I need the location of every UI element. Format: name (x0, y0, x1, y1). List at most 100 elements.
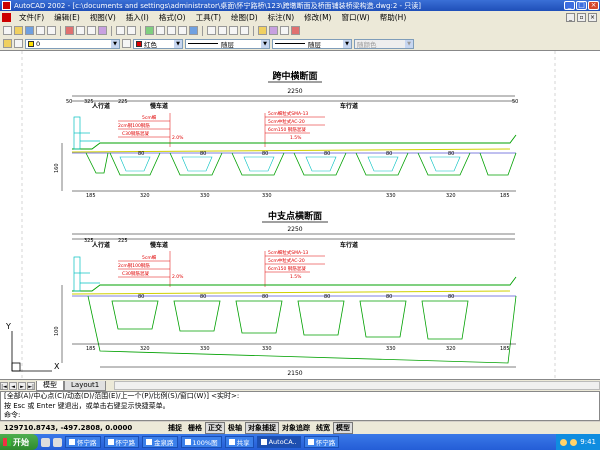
help-icon[interactable] (291, 26, 300, 35)
linetype-dropdown[interactable]: 随层 ▼ (185, 38, 270, 49)
drawing-canvas[interactable]: 跨中横断面 2250 50 50 人行道 慢车道 车行道 325 225 5cm… (0, 50, 600, 380)
mdi-close-button[interactable]: × (588, 13, 597, 22)
copy-icon[interactable] (76, 26, 85, 35)
section2-layer-1: 5cm细粒式SMA-13 (268, 249, 308, 256)
taskbar-item[interactable]: 怀宁路 (65, 436, 101, 448)
menu-file[interactable]: 文件(F) (14, 12, 49, 23)
section1-left-dim-1: 325 (84, 99, 94, 105)
hyperlink-icon[interactable] (145, 26, 154, 35)
menu-insert[interactable]: 插入(I) (121, 12, 154, 23)
otrack-toggle[interactable]: 对象追踪 (279, 422, 313, 434)
zoom-previous-icon[interactable] (240, 26, 249, 35)
match-properties-icon[interactable] (98, 26, 107, 35)
preview-icon[interactable] (47, 26, 56, 35)
prev-tab-icon[interactable]: ◄ (9, 381, 17, 390)
section1-bottom-dim: 330 (386, 193, 396, 199)
command-window[interactable]: [全部(A)/中心点(C)/动态(D)/范围(E)/上一个(P)/比例(S)/窗… (0, 391, 600, 421)
layer-state-icon[interactable] (14, 39, 23, 48)
osnap-toggle[interactable]: 对象捕捉 (245, 422, 279, 434)
ucs-icon[interactable] (167, 26, 176, 35)
menu-format[interactable]: 格式(O) (154, 12, 191, 23)
clock[interactable]: 9:41 (580, 438, 596, 446)
section2-left-slope: 2.0% (172, 274, 184, 280)
tab-layout1[interactable]: Layout1 (64, 380, 107, 391)
section2-walk-label: 人行道 (92, 241, 110, 249)
tab-model[interactable]: 模型 (36, 380, 64, 391)
pan-icon[interactable] (207, 26, 216, 35)
snap-toggle[interactable]: 捕捉 (165, 422, 185, 434)
paste-icon[interactable] (87, 26, 96, 35)
open-icon[interactable] (14, 26, 23, 35)
print-icon[interactable] (36, 26, 45, 35)
properties-icon[interactable] (258, 26, 267, 35)
taskbar-item[interactable]: 怀宁路 (303, 436, 340, 448)
tray-icon[interactable] (560, 438, 568, 446)
color-swatch-icon (136, 40, 142, 47)
document-icon[interactable] (2, 13, 11, 22)
grid-toggle[interactable]: 栅格 (185, 422, 205, 434)
toolbar-separator (202, 25, 203, 36)
minimize-button[interactable]: _ (564, 1, 575, 10)
start-button[interactable]: 开始 (0, 434, 38, 450)
make-current-layer-icon[interactable] (122, 39, 131, 48)
menu-tools[interactable]: 工具(T) (191, 12, 226, 23)
maximize-button[interactable]: □ (576, 1, 587, 10)
plotstyle-dropdown[interactable]: 随颜色 ▼ (354, 38, 414, 49)
taskbar-item[interactable]: 金泉路 (142, 436, 178, 448)
zoom-realtime-icon[interactable] (218, 26, 227, 35)
menu-draw[interactable]: 绘图(D) (226, 12, 263, 23)
model-toggle[interactable]: 模型 (333, 422, 353, 434)
quicklaunch-ie-icon[interactable] (41, 437, 50, 447)
command-history-line: [全部(A)/中心点(C)/动态(D)/范围(E)/上一个(P)/比例(S)/窗… (4, 392, 240, 400)
taskbar-item-active[interactable]: AutoCA.. (256, 436, 301, 448)
menu-view[interactable]: 视图(V) (85, 12, 121, 23)
new-icon[interactable] (3, 26, 12, 35)
color-value: 红色 (144, 40, 157, 49)
autocad-app-icon[interactable] (2, 1, 11, 10)
mdi-minimize-button[interactable]: _ (566, 13, 575, 22)
close-button[interactable]: × (588, 1, 599, 10)
3d-orbit-icon[interactable] (189, 26, 198, 35)
lineweight-value: 随层 (308, 40, 321, 49)
plotstyle-value: 随颜色 (357, 40, 377, 49)
quicklaunch-desktop-icon[interactable] (53, 437, 62, 447)
taskbar-item[interactable]: 怀宁路 (103, 436, 139, 448)
color-dropdown[interactable]: 红色 ▼ (133, 38, 183, 49)
save-icon[interactable] (25, 26, 34, 35)
lineweight-toggle[interactable]: 线宽 (313, 422, 333, 434)
design-center-icon[interactable] (269, 26, 278, 35)
section2-width-total: 2250 (287, 226, 302, 233)
taskbar-item[interactable]: 共享 (224, 436, 254, 448)
layer-dropdown[interactable]: 0 ▼ (25, 38, 120, 49)
menu-window[interactable]: 窗口(W) (336, 12, 374, 23)
undo-icon[interactable] (116, 26, 125, 35)
lineweight-dropdown[interactable]: 随层 ▼ (272, 38, 352, 49)
horizontal-scrollbar[interactable] (114, 381, 600, 390)
menu-modify[interactable]: 修改(M) (299, 12, 336, 23)
ortho-toggle[interactable]: 正交 (205, 422, 225, 434)
taskbar-item[interactable]: 100%图 (180, 436, 222, 448)
menu-help[interactable]: 帮助(H) (375, 12, 412, 23)
zoom-window-icon[interactable] (229, 26, 238, 35)
toolbar-separator (60, 25, 61, 36)
menu-dimension[interactable]: 标注(N) (263, 12, 299, 23)
section2-layer-3: 6cm150 钢筋混凝 (268, 265, 306, 272)
section2-bike-label: 慢车道 (150, 241, 168, 249)
layer-manager-icon[interactable] (3, 39, 12, 48)
menu-edit[interactable]: 编辑(E) (49, 12, 85, 23)
tool-palette-icon[interactable] (280, 26, 289, 35)
linetype-sample (188, 43, 218, 44)
polar-toggle[interactable]: 极轴 (225, 422, 245, 434)
command-prompt[interactable]: 命令: (4, 411, 599, 421)
first-tab-icon[interactable]: |◄ (0, 381, 8, 390)
mdi-restore-button[interactable]: ▫ (577, 13, 586, 22)
volume-icon[interactable] (570, 438, 578, 446)
named-views-icon[interactable] (178, 26, 187, 35)
section2-bottom-dim: 185 (500, 346, 510, 352)
osnap-icon[interactable] (156, 26, 165, 35)
last-tab-icon[interactable]: ►| (27, 381, 35, 390)
redo-icon[interactable] (127, 26, 136, 35)
next-tab-icon[interactable]: ► (18, 381, 26, 390)
cut-icon[interactable] (65, 26, 74, 35)
coordinate-readout[interactable]: 129710.8743, -497.2808, 0.0000 (0, 424, 165, 432)
